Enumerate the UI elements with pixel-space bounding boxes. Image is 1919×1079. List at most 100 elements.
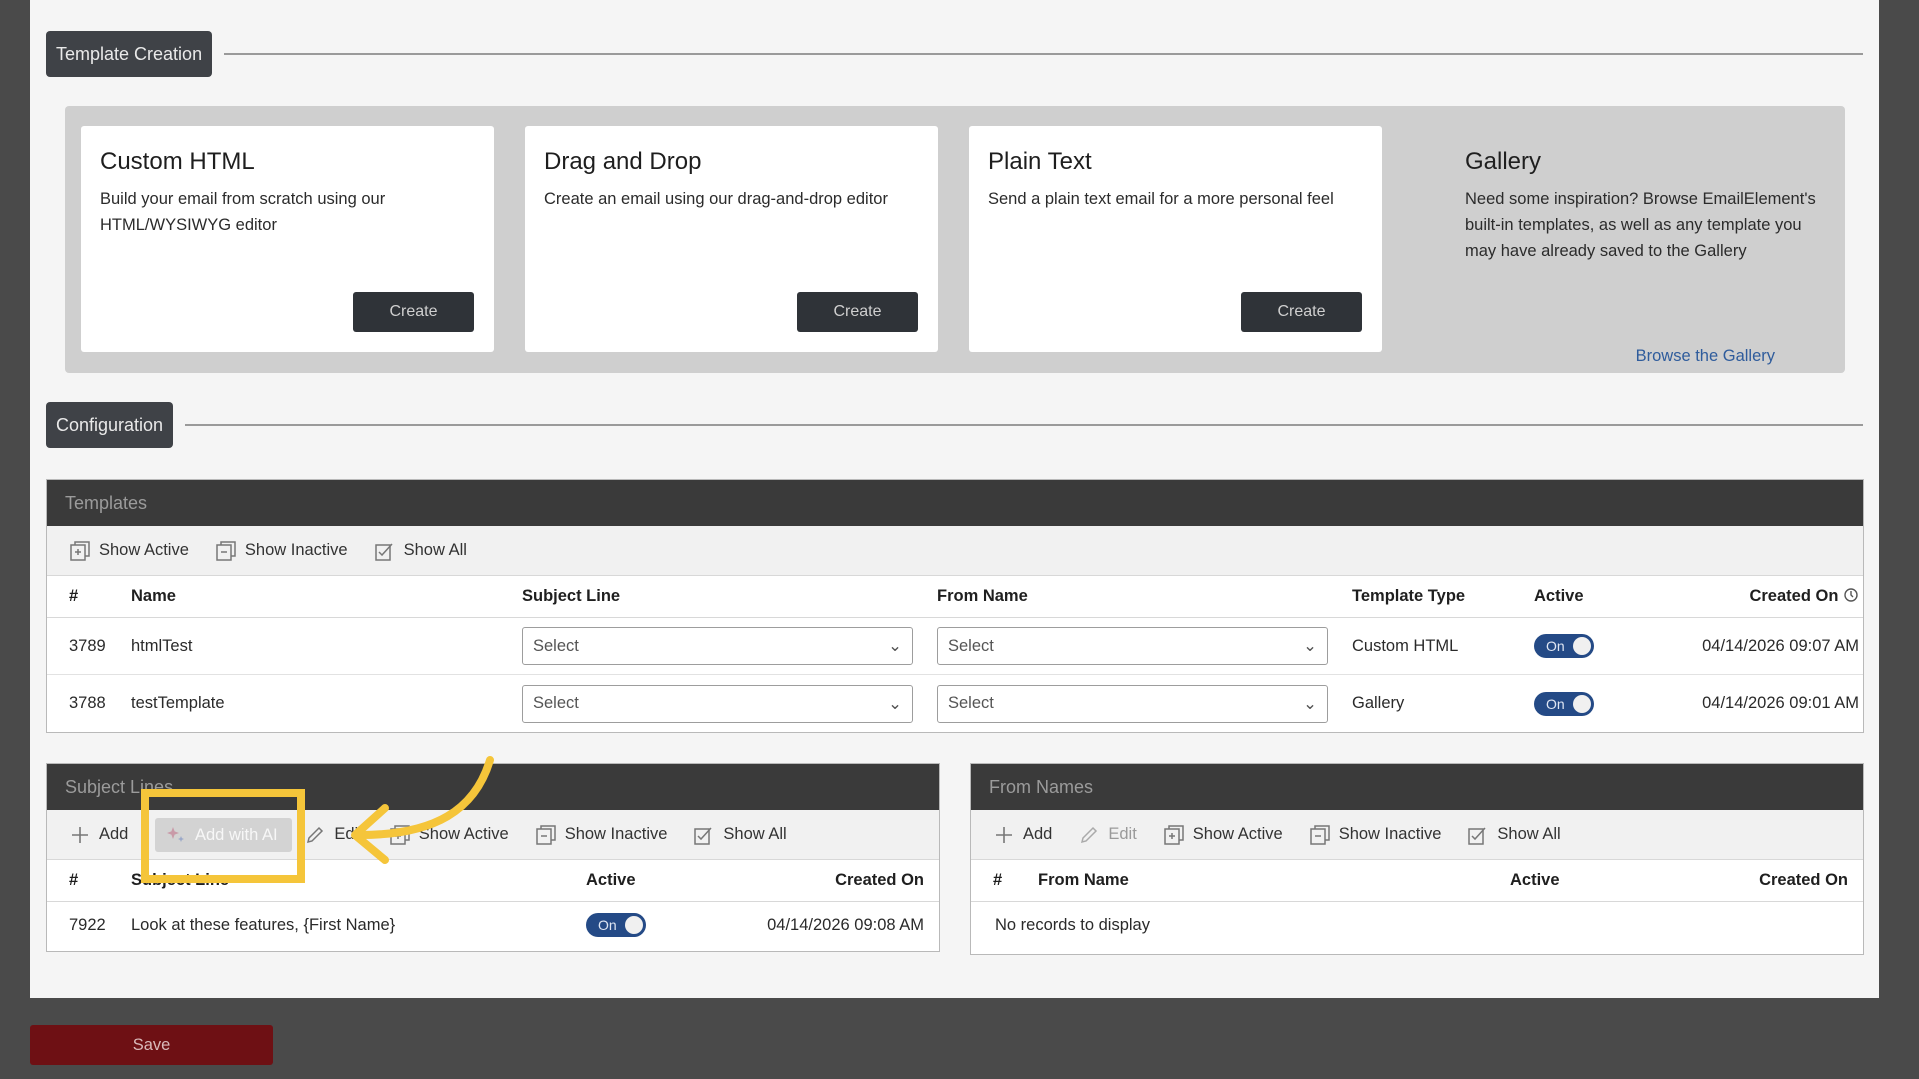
col-active: Active [1510,871,1560,889]
col-from: From Name [1038,871,1129,889]
show-all-button[interactable]: Show All [1467,824,1561,846]
add-from-button[interactable]: Add [993,824,1052,846]
show-inactive-button[interactable]: Show Inactive [215,540,348,562]
card-title: Drag and Drop [544,148,702,175]
table-row[interactable]: 7922 Look at these features, {First Name… [47,902,939,948]
show-all-label: Show All [723,825,787,843]
from-name-select[interactable]: Select ⌄ [937,684,1328,723]
edit-from-button[interactable]: Edit [1078,824,1137,846]
from-cell: Select ⌄ [937,627,1352,665]
row-type: Custom HTML [1352,636,1459,655]
template-creation-title: Template Creation [46,31,213,77]
select-value: Select [533,694,579,712]
row-type: Gallery [1352,694,1405,712]
pencil-icon [307,826,324,843]
show-inactive-button[interactable]: Show Inactive [1309,824,1441,846]
subject-line-select[interactable]: Select ⌄ [522,627,913,665]
col-type: Template Type [1352,587,1466,605]
template-creation-panel: Custom HTML Build your email from scratc… [65,106,1845,373]
edit-label: Edit [1108,825,1137,843]
checklist-icon [1468,826,1486,845]
gallery-card: Gallery Need some inspiration? Browse Em… [1465,126,1835,365]
divider [224,53,1863,55]
row-name: testTemplate [131,694,225,712]
create-drag-drop-button[interactable]: Create [797,292,918,332]
filter-inactive-icon [216,540,236,561]
from-names-title: From Names [971,764,1863,810]
card-description: Create an email using our drag-and-drop … [544,190,888,208]
active-toggle[interactable]: On [1534,634,1594,658]
save-button[interactable]: Save [30,1025,273,1065]
table-row[interactable]: 3789 htmlTest Select ⌄ Select ⌄ Custom HTM… [47,618,1863,675]
configuration-header: Configuration [46,402,1863,448]
drag-drop-card: Drag and Drop Create an email using our … [525,126,938,352]
row-num: 7922 [69,915,106,934]
show-active-label: Show Active [1192,825,1283,843]
show-inactive-button[interactable]: Show Inactive [535,824,667,846]
col-name: Name [131,587,176,605]
templates-toolbar: Show Active Show Inactive Show All [47,526,1863,576]
clock-icon[interactable] [1843,587,1859,603]
configuration-title: Configuration [46,402,174,448]
templates-title: Templates [47,480,1863,526]
gallery-title: Gallery [1465,148,1542,175]
show-all-label: Show All [403,541,467,559]
row-subject: Look at these features, {First Name} [131,915,396,934]
empty-message: No records to display [995,915,1150,934]
create-plain-text-button[interactable]: Create [1241,292,1362,332]
select-value: Select [948,694,994,712]
active-cell: On [586,913,746,937]
browse-gallery-link[interactable]: Browse the Gallery [1636,347,1775,366]
plus-icon [72,826,88,843]
col-created: Created On [1759,871,1848,889]
col-active: Active [586,871,636,889]
template-creation-header: Template Creation [46,31,1863,77]
col-num: # [69,587,79,605]
col-active: Active [1534,587,1584,605]
show-all-label: Show All [1497,825,1561,843]
row-num: 3789 [69,636,106,655]
from-cell: Select ⌄ [937,684,1352,723]
from-names-grid: From Names Add Edit Show Active Show Ina… [970,763,1864,955]
row-created: 04/14/2026 09:01 AM [1702,694,1859,712]
checklist-icon [694,826,712,845]
add-label: Add [99,825,129,843]
from-names-header-row: # From Name Active Created On [971,860,1863,902]
col-num: # [69,871,79,889]
card-description: Send a plain text email for a more perso… [988,190,1334,208]
row-num: 3788 [69,694,106,712]
add-subject-button[interactable]: Add [69,824,128,846]
show-active-button[interactable]: Show Active [69,540,189,562]
chevron-down-icon: ⌄ [888,637,902,655]
filter-active-icon [1164,824,1184,845]
filter-inactive-icon [1309,824,1330,845]
create-custom-html-button[interactable]: Create [353,292,474,332]
table-row[interactable]: 3788 testTemplate Select ⌄ Select ⌄ Galler… [47,675,1863,732]
col-created: Created On [835,871,924,889]
active-toggle[interactable]: On [1534,691,1594,716]
add-label: Add [1023,825,1053,843]
col-created-label: Created On [1749,587,1839,605]
show-all-button[interactable]: Show All [693,824,787,846]
plain-text-card: Plain Text Send a plain text email for a… [969,126,1382,352]
pencil-icon [1081,826,1098,843]
checklist-icon [374,542,393,561]
filter-active-icon [70,540,90,561]
templates-grid: Templates Show Active Show Inactive Show… [46,479,1864,733]
select-value: Select [948,636,994,655]
highlight-frame [141,789,305,883]
select-value: Select [533,636,579,655]
gallery-description: Need some inspiration? Browse EmailEleme… [1465,190,1816,260]
show-active-button[interactable]: Show Active [1163,824,1283,846]
col-from: From Name [937,587,1028,605]
col-created: Created On [1684,587,1859,606]
col-num: # [993,871,1003,889]
card-title: Plain Text [988,148,1092,175]
plus-icon [996,826,1012,843]
from-name-select[interactable]: Select ⌄ [937,627,1328,665]
show-all-button[interactable]: Show All [374,540,467,562]
templates-header-row: # Name Subject Line From Name Template T… [47,576,1863,618]
active-toggle[interactable]: On [586,913,646,937]
subject-cell: Select ⌄ [522,684,937,723]
subject-line-select[interactable]: Select ⌄ [522,684,913,723]
